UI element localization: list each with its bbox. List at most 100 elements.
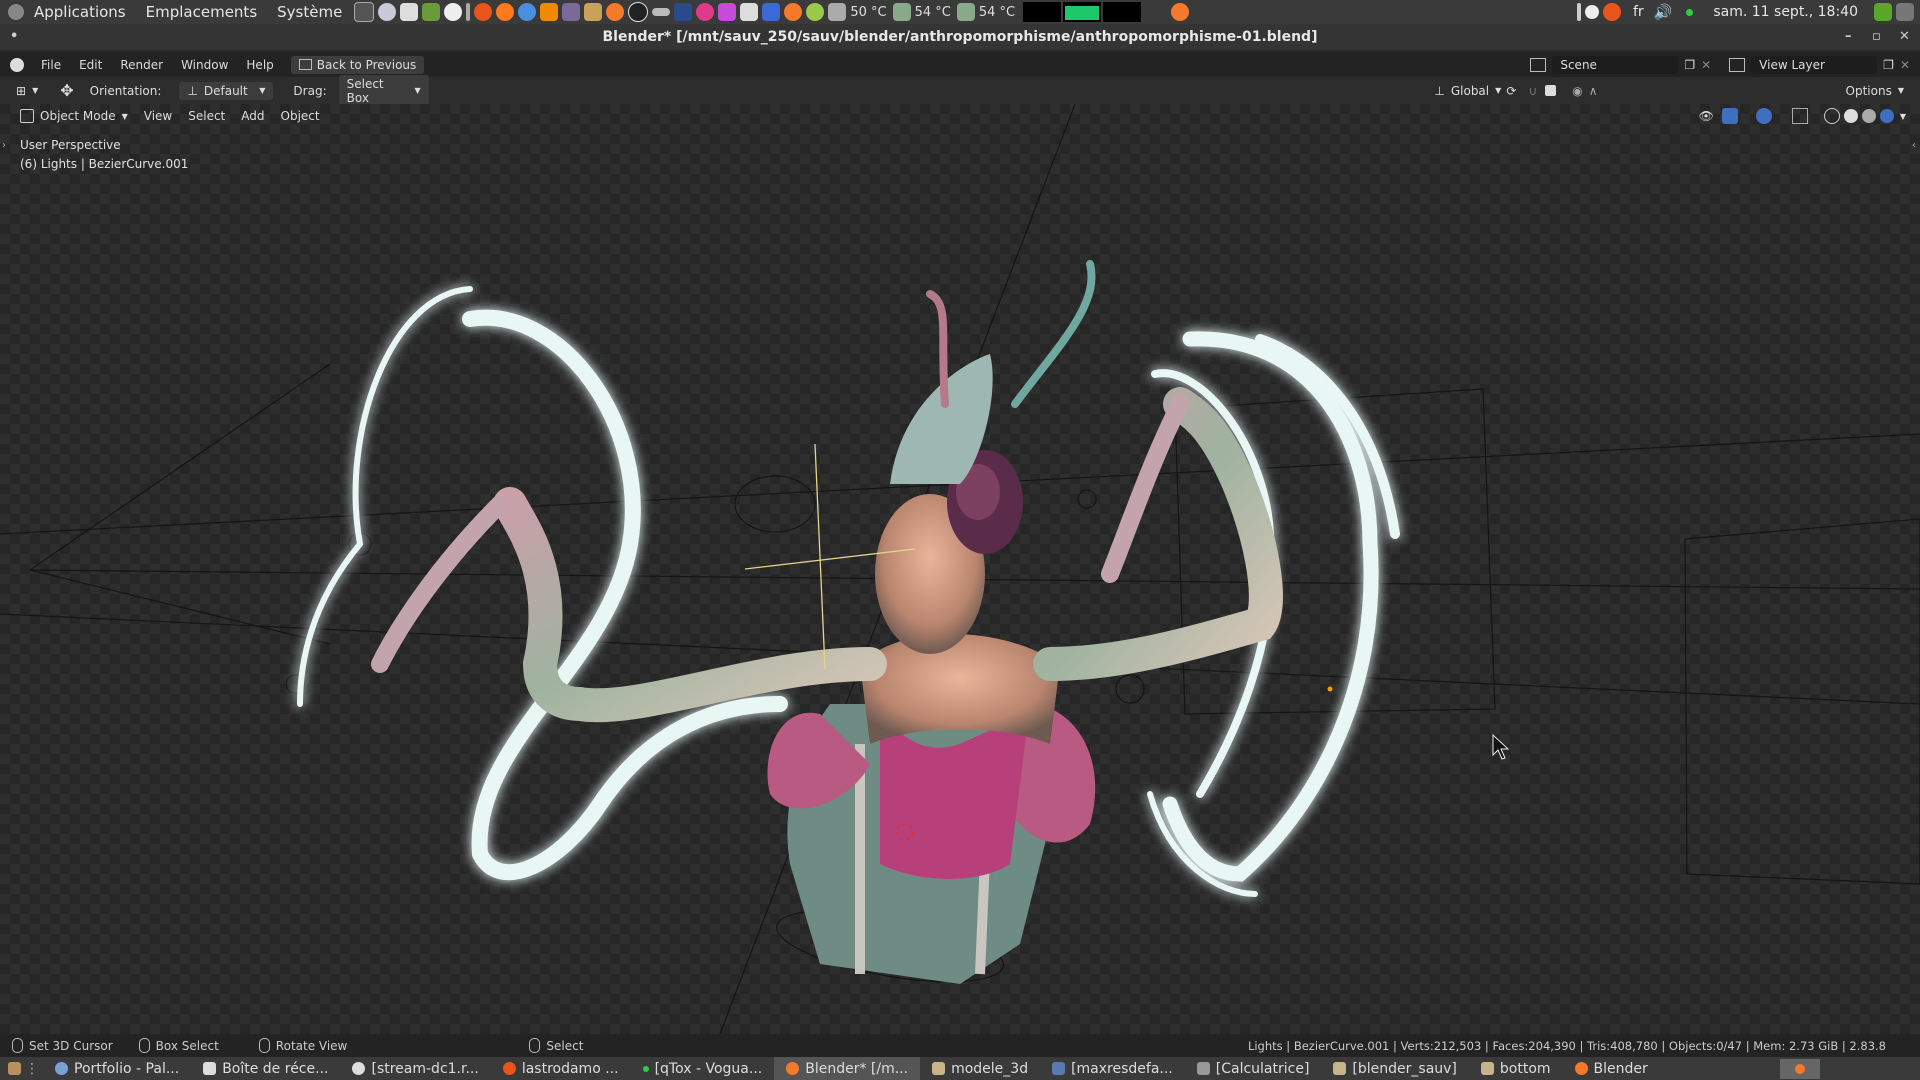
view-layer-selector[interactable]: View Layer [1751,55,1878,74]
menu-edit[interactable]: Edit [70,58,111,72]
shading-material-icon[interactable] [1861,109,1876,123]
krita-icon[interactable] [696,3,715,21]
task-blender-active[interactable]: Blender* [/m... [774,1057,921,1080]
window-title-bar[interactable]: Blender* [/mnt/sauv_250/sauv/blender/ant… [0,24,1920,50]
applications-menu[interactable]: Applications [24,3,136,21]
gimp-icon[interactable] [584,3,603,21]
back-to-previous-button[interactable]: Back to Previous [290,55,425,74]
blender-launcher-icon[interactable] [606,3,625,21]
clock[interactable]: sam. 11 sept., 18:40 [1713,4,1858,20]
shading-rendered-icon[interactable] [1879,109,1894,123]
workspace-switcher[interactable] [1780,1058,1820,1079]
xray-icon[interactable] [1791,108,1808,124]
orientation-dropdown[interactable]: ⊥ Default ▼ [179,81,274,100]
menu-dots-icon[interactable] [1576,3,1581,21]
3d-viewport[interactable]: Object Mode ▼ View Select Add Object 👁 ▼… [0,104,1920,1034]
menu-window[interactable]: Window [172,58,237,72]
overlays-icon[interactable] [1755,108,1772,124]
separator-dots-icon [466,3,471,21]
eye-icon[interactable] [652,8,671,16]
task-calculatrice[interactable]: [Calculatrice] [1185,1057,1322,1080]
xmind-icon[interactable] [474,3,493,21]
viewport-menu-object[interactable]: Object [273,109,328,123]
obs-icon[interactable] [1584,5,1599,19]
logout-icon[interactable] [1874,3,1892,21]
keepass-icon[interactable] [422,3,441,21]
inkscape-icon[interactable] [628,2,649,22]
editor-type-dropdown[interactable]: ⊞ ▼ [8,82,46,100]
proportional-edit-icon[interactable]: ◉ [1572,84,1582,98]
viewport-scene[interactable] [0,104,1920,1034]
task-stream[interactable]: [stream-dc1.r... [340,1057,490,1080]
snap-magnet-icon[interactable]: ∪ [1528,84,1537,98]
task-inbox[interactable]: Boîte de réce... [191,1057,340,1080]
disk-icon[interactable] [378,3,397,21]
minimize-icon[interactable]: – [1845,24,1852,50]
task-blender-sauv[interactable]: [blender_sauv] [1321,1057,1468,1080]
viewport-menu-add[interactable]: Add [233,109,272,123]
qtox-icon [642,1065,649,1072]
scene-icon[interactable] [1530,57,1547,72]
places-menu[interactable]: Emplacements [136,3,268,21]
chevron-down-icon[interactable]: ▼ [1900,112,1906,121]
task-maxresdefault[interactable]: [maxresdefa... [1040,1057,1185,1080]
scene-remove-icon[interactable]: ✕ [1701,58,1711,72]
vlc-icon[interactable] [540,3,559,21]
network-icon[interactable] [674,3,693,21]
window-menu-dot[interactable]: • [10,24,18,50]
menu-render[interactable]: Render [111,58,172,72]
show-desktop-icon[interactable] [8,1062,21,1075]
falloff-icon[interactable]: ∧ [1589,84,1598,98]
keyboard-layout[interactable]: fr [1633,4,1644,20]
task-bottom[interactable]: bottom [1469,1057,1563,1080]
maximize-icon[interactable]: ▫ [1872,24,1881,50]
shading-wireframe-icon[interactable] [1823,108,1840,124]
system-menu[interactable]: Système [267,3,352,21]
task-modele-3d[interactable]: modele_3d [920,1057,1040,1080]
sidebar-collapse-icon[interactable]: ‹ [1912,140,1916,151]
transform-tool-icon[interactable]: ✥ [60,81,73,100]
pivot-point-icon[interactable]: ⟳ [1506,84,1516,98]
terminal-icon[interactable] [354,2,375,22]
blender-tray-icon[interactable] [784,3,803,21]
cpu-temp-3: 54 °C [978,4,1016,20]
transform-orientation-dropdown[interactable]: ⊥ Global ▼ [1426,82,1501,100]
task-blender[interactable]: Blender [1563,1057,1660,1080]
volume-icon[interactable]: 🔊 [1654,3,1673,21]
firefox-icon[interactable] [496,3,515,21]
xmind-tray-icon[interactable] [1602,3,1621,21]
view-layer-copy-icon[interactable]: ❐ [1883,58,1894,72]
task-lastrodamo[interactable]: lastrodamo ... [491,1057,631,1080]
task-portfolio[interactable]: Portfolio - Pal... [43,1057,191,1080]
gizmo-icon[interactable] [1721,108,1738,124]
blender-notify-icon[interactable] [1171,3,1190,21]
snap-target-icon[interactable] [1545,85,1557,96]
menu-file[interactable]: File [32,58,70,72]
drag-dropdown[interactable]: Select Box ▼ [338,74,429,107]
shading-solid-icon[interactable] [1843,109,1858,123]
privacy-icon[interactable] [444,3,463,21]
visibility-icon[interactable]: 👁 [1699,109,1714,123]
menu-help[interactable]: Help [237,58,282,72]
mode-dropdown[interactable]: Object Mode ▼ [12,107,136,125]
sidebar-expand-icon[interactable]: › [2,140,6,151]
scene-selector[interactable]: Scene [1552,55,1679,74]
viewport-menu-select[interactable]: Select [180,109,233,123]
mail-icon[interactable] [762,3,781,21]
audio-icon[interactable] [562,3,581,21]
files-icon[interactable] [400,3,419,21]
view-layer-icon[interactable] [1729,57,1746,72]
gnome-foot-icon[interactable] [8,4,24,20]
chromium-icon[interactable] [518,3,537,21]
shutdown-icon[interactable] [1896,3,1914,21]
puzzle-icon[interactable] [718,3,737,21]
task-qtox[interactable]: [qTox - Vogua... [631,1057,775,1080]
scene-copy-icon[interactable]: ❐ [1684,58,1695,72]
paint-icon[interactable] [806,3,825,21]
blender-logo-icon[interactable] [10,57,24,72]
viewport-menu-view[interactable]: View [136,109,180,123]
options-dropdown[interactable]: Options ▼ [1838,82,1912,100]
view-layer-remove-icon[interactable]: ✕ [1900,58,1910,72]
pirate-icon[interactable] [740,3,759,21]
close-icon[interactable]: ✕ [1899,24,1910,50]
